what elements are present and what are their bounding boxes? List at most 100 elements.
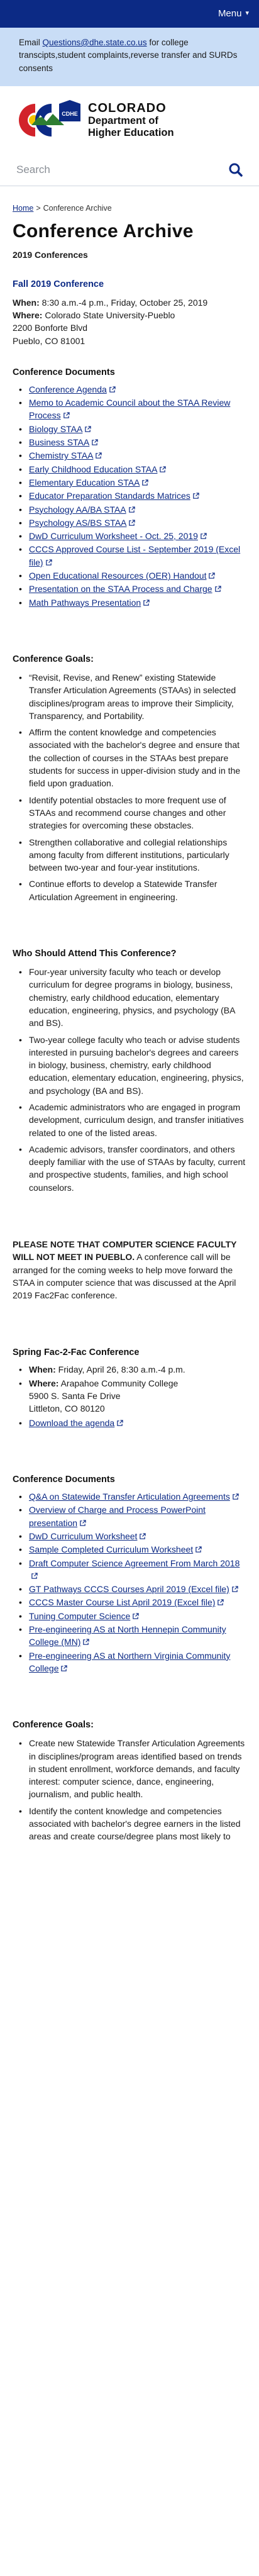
external-link-icon: [128, 506, 135, 513]
bullet-item: Strengthen collaborative and collegial r…: [13, 836, 246, 874]
fall-goals-heading: Conference Goals:: [13, 654, 94, 664]
breadcrumb-home-link[interactable]: Home: [13, 204, 33, 213]
spring-when: When: Friday, April 26, 8:30 a.m.-4 p.m.: [13, 1363, 246, 1376]
document-link[interactable]: Tuning Computer Science: [29, 1611, 130, 1621]
alert-banner: Email Questions@dhe.state.co.us for coll…: [0, 28, 259, 86]
document-link[interactable]: Pre-engineering AS at North Hennepin Com…: [29, 1624, 226, 1647]
page-title: Conference Archive: [13, 220, 194, 242]
fall-goals-list: “Revisit, Revise, and Renew” existing St…: [13, 671, 246, 903]
spring-documents-list: Q&A on Statewide Transfer Articulation A…: [13, 1490, 246, 1675]
document-link[interactable]: Overview of Charge and Process PowerPoin…: [29, 1505, 206, 1527]
fall-address-line-1: 2200 Bonforte Blvd: [13, 323, 88, 333]
external-link-icon: [61, 1665, 68, 1671]
document-link[interactable]: Biology STAA: [29, 424, 82, 434]
external-link-icon: [92, 439, 98, 445]
external-link-icon: [143, 599, 150, 606]
document-list-item: Elementary Education STAA: [13, 476, 246, 489]
notice-text: PLEASE NOTE THAT COMPUTER SCIENCE FACULT…: [13, 1238, 246, 1302]
external-link-icon: [117, 1420, 123, 1426]
document-list-item: Draft Computer Science Agreement From Ma…: [13, 1557, 246, 1583]
search-input[interactable]: [16, 163, 205, 176]
document-list-item: Memo to Academic Council about the STAA …: [13, 396, 246, 422]
document-list-item: Overview of Charge and Process PowerPoin…: [13, 1503, 246, 1529]
logo-line-3: Higher Education: [88, 127, 174, 139]
document-link[interactable]: Memo to Academic Council about the STAA …: [29, 398, 230, 420]
external-link-icon: [63, 412, 70, 419]
alert-email-link[interactable]: Questions@dhe.state.co.us: [43, 38, 147, 47]
document-link[interactable]: Elementary Education STAA: [29, 477, 140, 488]
document-list-item: DwD Curriculum Worksheet: [13, 1530, 246, 1543]
bullet-item: Affirm the content knowledge and compete…: [13, 726, 246, 789]
spring-documents-heading: Conference Documents: [13, 1475, 115, 1485]
bullet-item: Two-year college faculty who teach or ad…: [13, 1034, 246, 1097]
document-list-item: Math Pathways Presentation: [13, 596, 246, 609]
external-link-icon: [45, 559, 52, 566]
document-link[interactable]: CCCS Approved Course List - September 20…: [29, 544, 240, 567]
bullet-item: Academic administrators who are engaged …: [13, 1101, 246, 1139]
fall-address-line-2: Pueblo, CO 81001: [13, 335, 85, 346]
bullet-item: Identify the content knowledge and compe…: [13, 1805, 246, 1843]
attend-list: Four-year university faculty who teach o…: [13, 966, 246, 1194]
logo-line-2: Department of: [88, 115, 158, 127]
document-list-item: Conference Agenda: [13, 383, 246, 396]
document-link[interactable]: DwD Curriculum Worksheet: [29, 1531, 137, 1541]
breadcrumb-current: Conference Archive: [43, 203, 112, 213]
fall-conference-title: Fall 2019 Conference: [13, 279, 104, 289]
document-link[interactable]: Early Childhood Education STAA: [29, 464, 157, 474]
document-link[interactable]: Open Educational Resources (OER) Handout: [29, 571, 206, 581]
document-link[interactable]: CCCS Master Course List April 2019 (Exce…: [29, 1597, 215, 1607]
spring-meta-list: When: Friday, April 26, 8:30 a.m.-4 p.m.…: [13, 1363, 246, 1430]
svg-text:CDHE: CDHE: [62, 111, 78, 117]
document-link[interactable]: Business STAA: [29, 437, 89, 447]
document-link[interactable]: DwD Curriculum Worksheet - Oct. 25, 2019: [29, 531, 198, 541]
document-link[interactable]: Presentation on the STAA Process and Cha…: [29, 584, 212, 594]
external-link-icon: [31, 1573, 38, 1579]
spring-where: Where: Arapahoe Community College5900 S.…: [13, 1377, 246, 1415]
external-link-icon: [231, 1586, 238, 1592]
document-link[interactable]: Conference Agenda: [29, 384, 107, 394]
search-icon[interactable]: [229, 163, 243, 177]
document-link[interactable]: Chemistry STAA: [29, 450, 93, 460]
cdhe-logo-icon: CDHE: [14, 99, 82, 142]
top-bar: Menu ▾: [0, 0, 259, 28]
breadcrumb: Home > Conference Archive: [0, 186, 259, 214]
document-list-item: Pre-engineering AS at North Hennepin Com…: [13, 1623, 246, 1649]
document-list-item: Psychology AA/BA STAA: [13, 503, 246, 516]
document-link[interactable]: Q&A on Statewide Transfer Articulation A…: [29, 1492, 230, 1502]
download-agenda-link[interactable]: Download the agenda: [29, 1418, 114, 1428]
external-link-icon: [85, 426, 92, 432]
external-link-icon: [201, 533, 207, 539]
spring-agenda: Download the agenda: [13, 1417, 246, 1429]
document-link[interactable]: Sample Completed Curriculum Worksheet: [29, 1544, 193, 1554]
document-list-item: Early Childhood Education STAA: [13, 463, 246, 476]
document-link[interactable]: Math Pathways Presentation: [29, 598, 141, 608]
main-content: Fall 2019 Conference When: 8:30 a.m.-4 p…: [0, 278, 259, 1843]
bullet-item: “Revisit, Revise, and Renew” existing St…: [13, 671, 246, 722]
document-link[interactable]: Draft Computer Science Agreement From Ma…: [29, 1558, 240, 1568]
external-link-icon: [196, 1546, 202, 1553]
external-link-icon: [83, 1639, 90, 1646]
document-link[interactable]: Psychology AS/BS STAA: [29, 518, 126, 528]
logo-text: COLORADO Department of Higher Education: [88, 102, 174, 139]
search-bar: [0, 157, 259, 186]
document-list-item: Presentation on the STAA Process and Cha…: [13, 583, 246, 596]
external-link-icon: [214, 586, 221, 593]
document-list-item: DwD Curriculum Worksheet - Oct. 25, 2019: [13, 530, 246, 543]
fall-where: Where: Colorado State University-Pueblo: [13, 309, 175, 320]
document-list-item: GT Pathways CCCS Courses April 2019 (Exc…: [13, 1583, 246, 1596]
document-link[interactable]: Pre-engineering AS at Northern Virginia …: [29, 1651, 230, 1673]
menu-button[interactable]: Menu ▾: [218, 7, 249, 21]
fall-documents-heading: Conference Documents: [13, 367, 115, 377]
bullet-item: Identify potential obstacles to more fre…: [13, 794, 246, 832]
document-link[interactable]: GT Pathways CCCS Courses April 2019 (Exc…: [29, 1584, 229, 1594]
spring-goals-heading: Conference Goals:: [13, 1720, 94, 1731]
alert-prefix: Email: [19, 38, 43, 47]
site-logo[interactable]: CDHE COLORADO Department of Higher Educa…: [0, 86, 259, 157]
document-list-item: CCCS Approved Course List - September 20…: [13, 543, 246, 569]
spring-conference-title: Spring Fac-2-Fac Conference: [13, 1347, 140, 1358]
bullet-item: Create new Statewide Transfer Articulati…: [13, 1737, 246, 1800]
bullet-item: Continue efforts to develop a Statewide …: [13, 878, 246, 903]
document-link[interactable]: Psychology AA/BA STAA: [29, 505, 126, 515]
document-link[interactable]: Educator Preparation Standards Matrices: [29, 491, 190, 501]
external-link-icon: [140, 1533, 146, 1539]
